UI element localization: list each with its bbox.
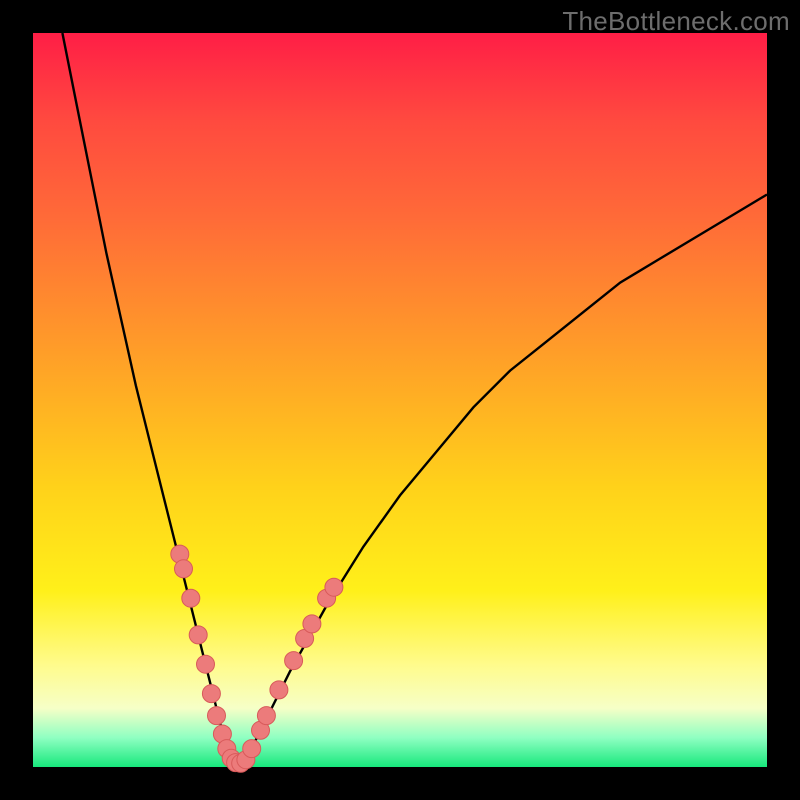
curve-marker [202,685,220,703]
curve-marker [285,652,303,670]
curve-marker [189,626,207,644]
curve-marker [243,740,261,758]
bottleneck-curve [62,33,767,767]
curve-marker [257,707,275,725]
curve-marker [303,615,321,633]
curve-marker [197,655,215,673]
curve-marker [270,681,288,699]
curve-marker [175,560,193,578]
plot-area [33,33,767,767]
curve-marker [208,707,226,725]
chart-svg [33,33,767,767]
watermark-text: TheBottleneck.com [562,6,790,37]
curve-marker [325,578,343,596]
curve-marker [182,589,200,607]
curve-markers [171,545,343,772]
chart-frame: TheBottleneck.com [0,0,800,800]
